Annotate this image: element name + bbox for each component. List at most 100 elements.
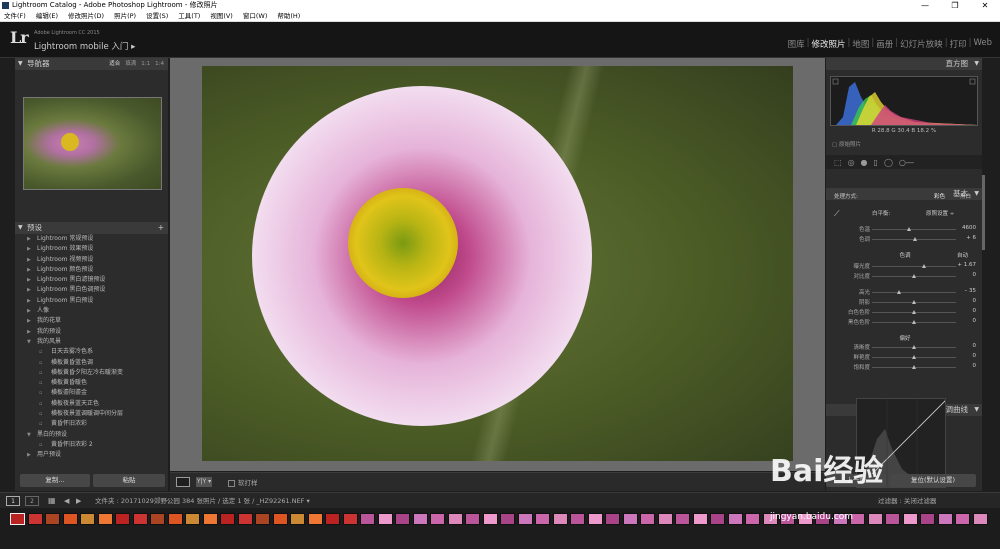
slider-value[interactable]: + 1.67 — [957, 262, 976, 268]
filmstrip-thumbnail[interactable] — [972, 513, 988, 525]
slider-value[interactable]: 0 — [973, 343, 977, 349]
module-book[interactable]: 画册 — [876, 38, 893, 50]
menu-develop[interactable]: 修改照片(D) — [68, 11, 104, 21]
preset-item[interactable]: ▶ 人像 — [15, 306, 168, 316]
crop-tool-icon[interactable]: ⬚ — [834, 158, 842, 167]
menu-settings[interactable]: 设置(S) — [146, 11, 168, 21]
slider-knob[interactable] — [911, 355, 916, 359]
filmstrip-thumbnail[interactable] — [167, 513, 183, 525]
filmstrip-thumbnail[interactable] — [377, 513, 393, 525]
preset-item[interactable]: ▶ Lightroom 效果预设 — [15, 244, 168, 254]
collapse-triangle-icon[interactable]: ▼ — [974, 404, 979, 416]
filmstrip-thumbnail[interactable] — [150, 513, 165, 525]
filmstrip-thumbnail[interactable] — [692, 513, 708, 525]
loupe-view-icon[interactable] — [176, 477, 190, 487]
preset-item[interactable]: ▶ Lightroom 黑白预设 — [15, 296, 168, 306]
filmstrip-thumbnail[interactable] — [202, 513, 218, 525]
right-panel-scrollbar[interactable] — [982, 175, 985, 250]
maximize-icon[interactable]: ❐ — [940, 0, 970, 11]
filmstrip-thumbnail[interactable] — [80, 513, 95, 525]
wb-select[interactable]: 原照设置 ÷ — [926, 209, 954, 217]
slider-track[interactable] — [872, 320, 956, 324]
filmstrip-thumbnail[interactable] — [465, 513, 480, 525]
preset-item[interactable]: ▫ 横板黄昏夕阳左冷右暖渐变 — [15, 368, 168, 378]
preset-item[interactable]: ▫ 横板黄昏蓝色调 — [15, 358, 168, 368]
filmstrip-thumbnail[interactable] — [622, 513, 638, 525]
menu-help[interactable]: 帮助(H) — [277, 11, 300, 21]
navigator-thumbnail[interactable] — [23, 97, 162, 190]
filmstrip-thumbnail[interactable] — [325, 513, 340, 525]
slider-track[interactable] — [872, 355, 956, 359]
filmstrip-thumbnail[interactable] — [360, 513, 375, 525]
slider-knob[interactable] — [911, 310, 916, 314]
filmstrip-thumbnail[interactable] — [10, 513, 25, 525]
navigator-header[interactable]: ▼ 导航器 适合 填满 1:1 1:4 — [15, 58, 168, 70]
filmstrip-thumbnail[interactable] — [867, 513, 883, 525]
filmstrip-thumbnail[interactable] — [430, 513, 445, 525]
lr-mobile-link[interactable]: Lightroom mobile 入门 ▸ — [34, 40, 135, 52]
filmstrip-thumbnail[interactable] — [570, 513, 585, 525]
preset-item[interactable]: ▫ 黄昏怀旧浓彩 — [15, 419, 168, 429]
next-arrow-icon[interactable]: ▶ — [76, 493, 81, 509]
preset-item[interactable]: ▫ 横板鎏阳鎏金 — [15, 388, 168, 398]
histogram-header[interactable]: 直方图 ▼ — [826, 58, 982, 70]
module-library[interactable]: 图库 — [788, 38, 805, 50]
filmstrip-thumbnail[interactable] — [745, 513, 760, 525]
filmstrip-thumbnail[interactable] — [132, 513, 148, 525]
preset-item[interactable]: ▶ Lightroom 黑白色调预设 — [15, 285, 168, 295]
original-photo-label[interactable]: ▢ 原始照片 — [832, 140, 861, 148]
menu-photo[interactable]: 照片(P) — [114, 11, 136, 21]
menu-file[interactable]: 文件(F) — [4, 11, 26, 21]
radial-filter-icon[interactable]: ◯ — [884, 158, 893, 167]
preset-item[interactable]: ▫ 横板夜景蓝调暖调中间分层 — [15, 409, 168, 419]
preset-item[interactable]: ▼ 黑白的预设 — [15, 430, 168, 440]
spot-removal-icon[interactable]: ◎ — [848, 158, 855, 167]
filmstrip-thumbnail[interactable] — [937, 513, 953, 525]
menu-edit[interactable]: 编辑(E) — [36, 11, 58, 21]
slider-value[interactable]: – 35 — [965, 288, 977, 294]
reset-button[interactable]: 复位(默认设置) — [890, 474, 976, 487]
preset-item[interactable]: ▶ 我的花草 — [15, 316, 168, 326]
zoom-fit[interactable]: 适合 — [109, 58, 120, 70]
slider-knob[interactable] — [911, 320, 916, 324]
filmstrip-thumbnail[interactable] — [97, 513, 113, 525]
preset-item[interactable]: ▫ 黄昏怀旧浓彩 2 — [15, 440, 168, 450]
filmstrip-thumbnail[interactable] — [640, 513, 655, 525]
filmstrip-thumbnail[interactable] — [710, 513, 725, 525]
softproof-checkbox[interactable]: 软打样 — [228, 477, 258, 487]
menu-window[interactable]: 窗口(W) — [243, 11, 268, 21]
minimize-icon[interactable]: — — [910, 0, 940, 11]
redeye-icon[interactable]: ● — [861, 158, 868, 167]
slider-track[interactable] — [872, 237, 956, 241]
filmstrip-thumbnail[interactable] — [115, 513, 130, 525]
slider-track[interactable] — [872, 274, 956, 278]
slider-track[interactable] — [872, 310, 956, 314]
auto-tone-button[interactable]: 自动 — [957, 251, 968, 259]
module-web[interactable]: Web — [973, 38, 992, 50]
slider-knob[interactable] — [911, 274, 916, 278]
filmstrip-thumbnail[interactable] — [500, 513, 515, 525]
filmstrip-thumbnail[interactable] — [27, 513, 43, 525]
filmstrip-thumbnail[interactable] — [727, 513, 743, 525]
filmstrip-thumbnail[interactable] — [955, 513, 970, 525]
preset-item[interactable]: ▶ Lightroom 黑白滤镜预设 — [15, 275, 168, 285]
filmstrip-thumbnail[interactable] — [220, 513, 235, 525]
preset-item[interactable]: ▶ Lightroom 颜色预设 — [15, 265, 168, 275]
module-slideshow[interactable]: 幻灯片放映 — [900, 38, 943, 50]
filmstrip-thumbnail[interactable] — [342, 513, 358, 525]
slider-track[interactable] — [872, 345, 956, 349]
zoom-1-1[interactable]: 1:1 — [141, 58, 150, 70]
secondary-window-button[interactable]: 2 — [25, 496, 39, 506]
filmstrip-thumbnail[interactable] — [675, 513, 690, 525]
photo-cosmos-flower[interactable] — [202, 66, 793, 461]
slider-value[interactable]: 4600 — [962, 225, 976, 231]
slider-knob[interactable] — [911, 365, 916, 369]
graduated-filter-icon[interactable]: ▯ — [874, 158, 878, 167]
filmstrip-source[interactable]: 文件夹 : 20171029郊野公园 384 张照片 / 选定 1 张 / _H… — [95, 493, 310, 509]
filmstrip-thumbnail[interactable] — [395, 513, 410, 525]
treatment-bw[interactable]: 黑白 — [960, 192, 971, 200]
add-preset-icon[interactable]: + — [158, 222, 164, 234]
primary-window-button[interactable]: 1 — [6, 496, 20, 506]
wb-eyedropper-icon[interactable]: ⟋ — [834, 209, 840, 219]
module-map[interactable]: 地图 — [852, 38, 869, 50]
